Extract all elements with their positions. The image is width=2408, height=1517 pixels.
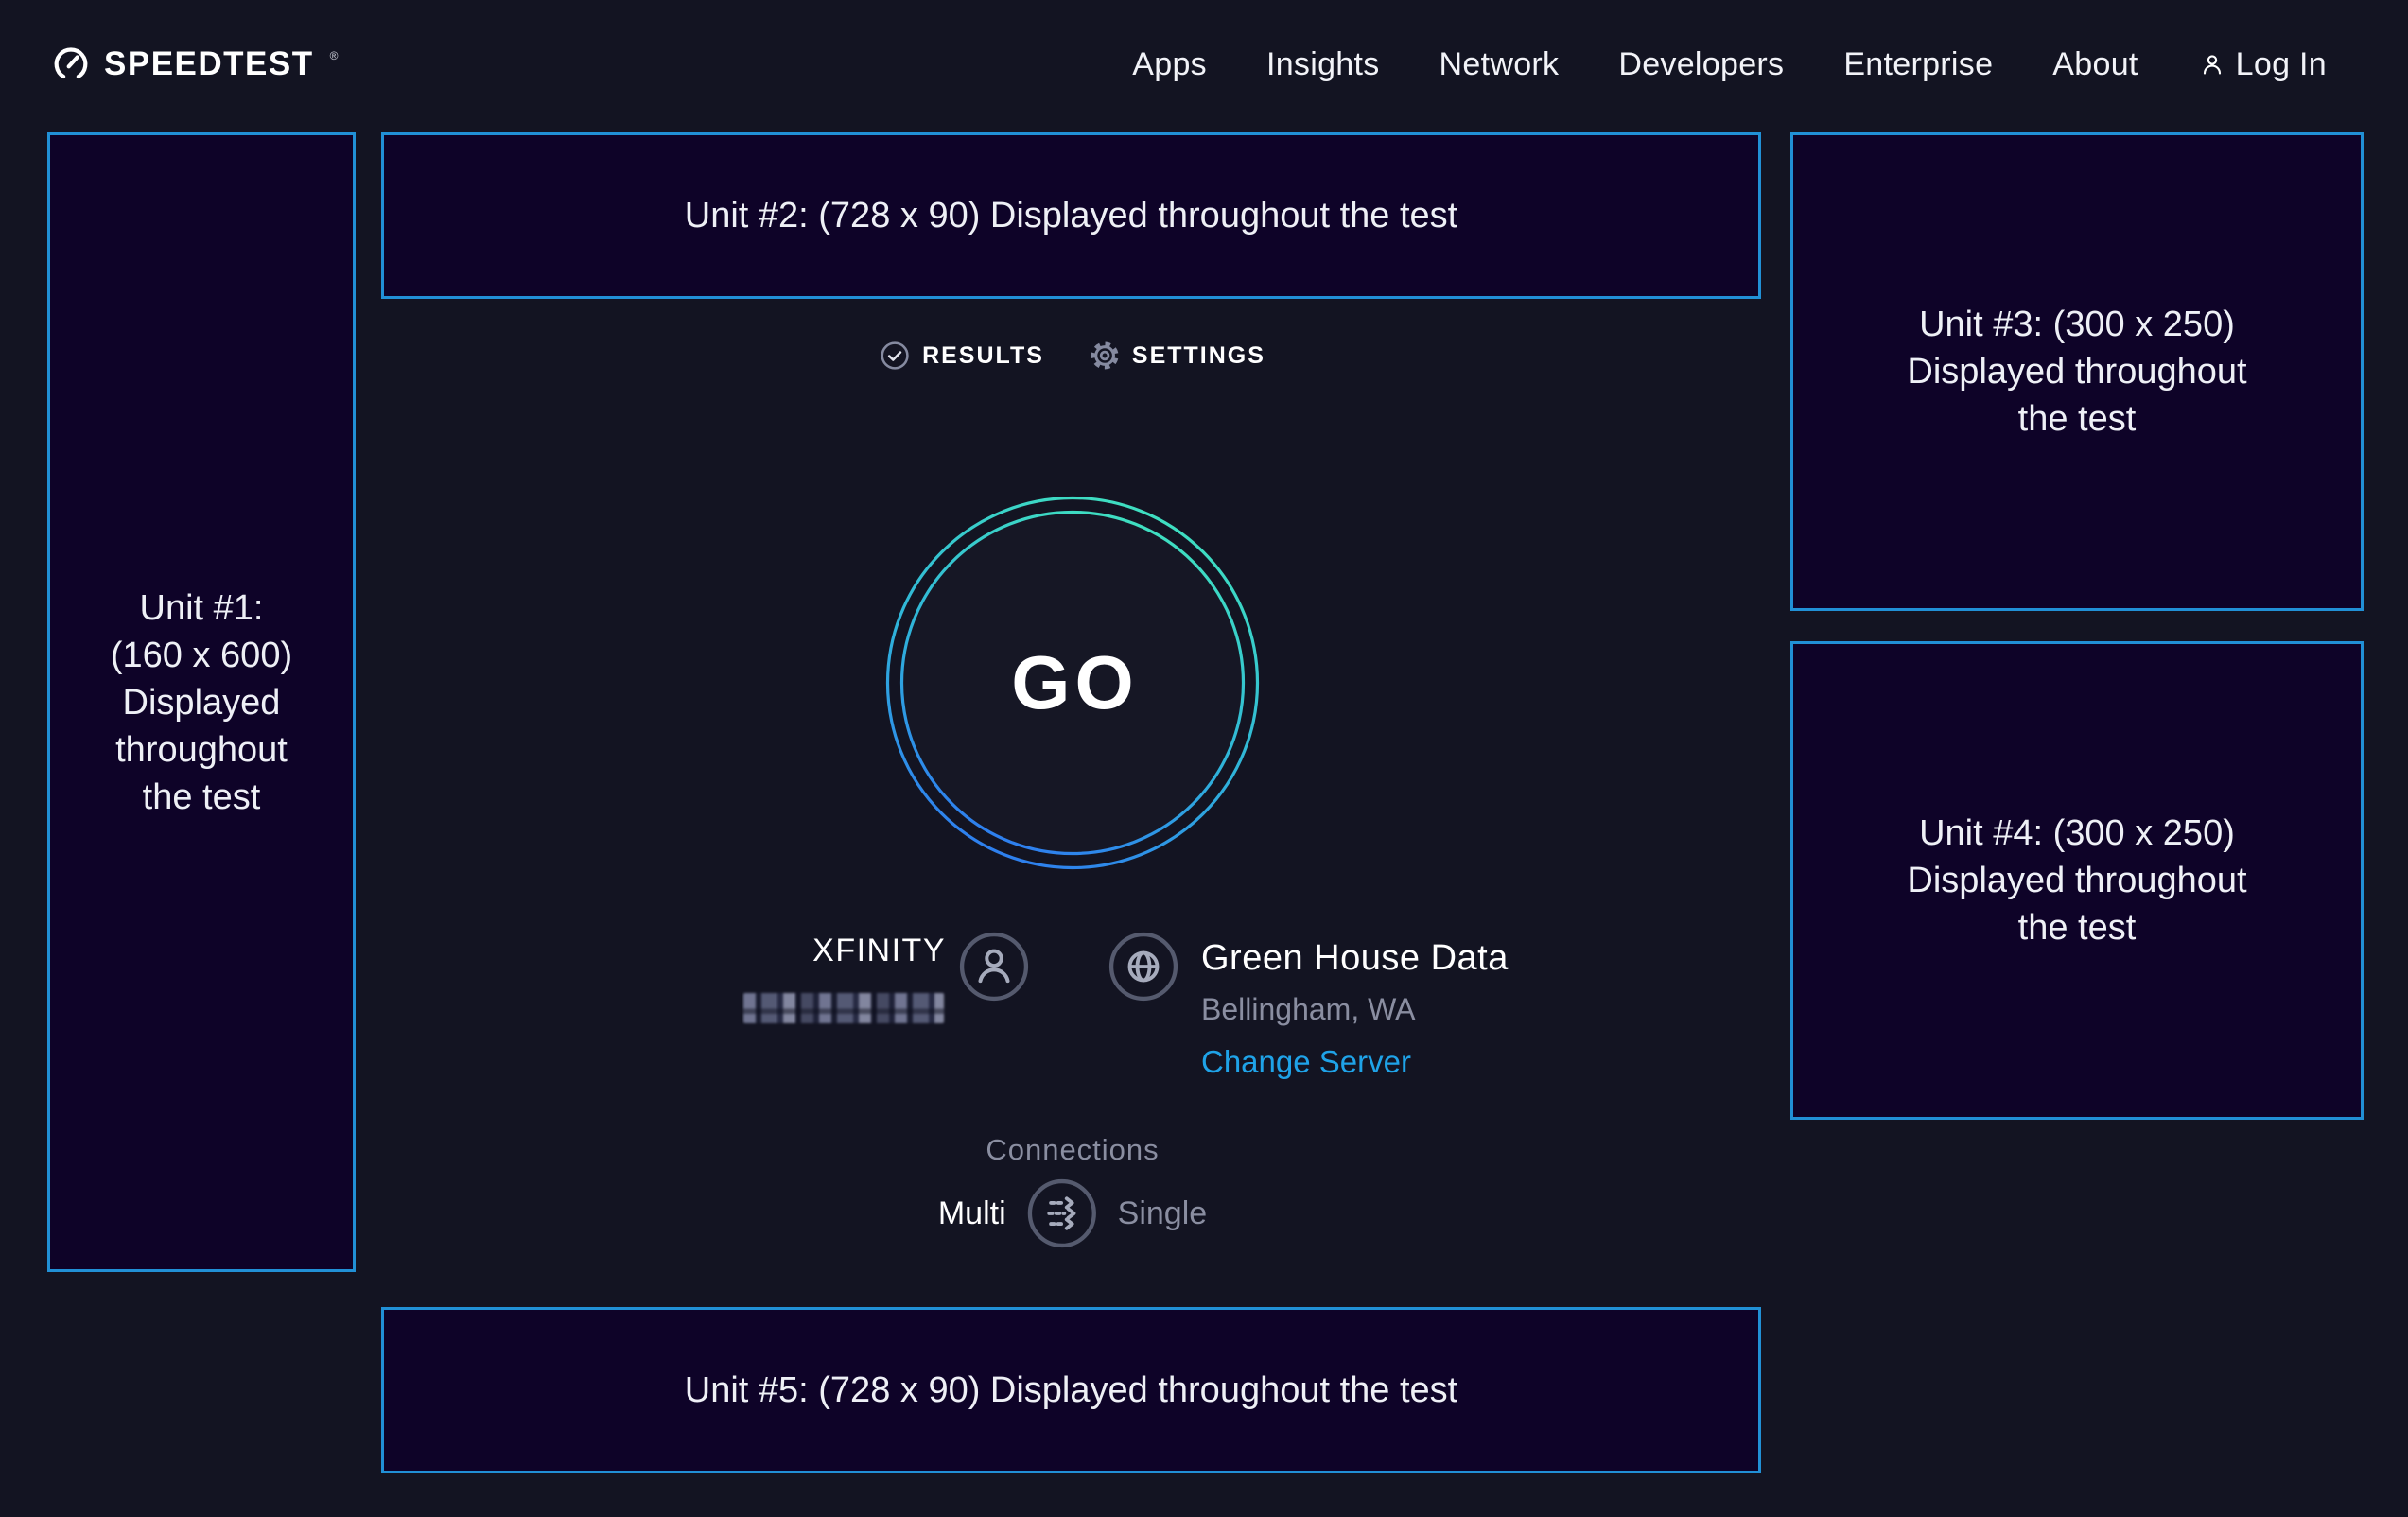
gear-icon: [1090, 340, 1120, 371]
tab-results[interactable]: RESULTS: [880, 340, 1044, 371]
connections-toggle-row: Multi Single: [938, 1178, 1207, 1248]
server-location: Bellingham, WA: [1201, 992, 1509, 1027]
isp-name: XFINITY: [662, 933, 946, 969]
settings-label: SETTINGS: [1132, 342, 1265, 370]
connections-multi-option[interactable]: Multi: [938, 1195, 1006, 1232]
ad-unit-5-text: Unit #5: (728 x 90) Displayed throughout…: [685, 1367, 1457, 1414]
speedtest-logo[interactable]: SPEEDTEST ®: [52, 45, 338, 83]
nav-item-apps[interactable]: Apps: [1132, 46, 1207, 83]
ad-unit-2[interactable]: Unit #2: (728 x 90) Displayed throughout…: [381, 132, 1761, 299]
connection-mode-toggle-icon[interactable]: [1027, 1178, 1097, 1248]
logo-text: SPEEDTEST: [104, 45, 314, 83]
ad-unit-4[interactable]: Unit #4: (300 x 250) Displayed throughou…: [1790, 641, 2364, 1120]
nav-item-network[interactable]: Network: [1440, 46, 1560, 83]
main-nav: Apps Insights Network Developers Enterpr…: [1132, 46, 2327, 83]
server-info: Green House Data Bellingham, WA Change S…: [1201, 938, 1509, 1080]
ad-unit-1-text: Unit #1: (160 x 600) Displayed throughou…: [111, 584, 292, 821]
server-globe-circle-icon: [1108, 932, 1178, 1002]
tabs-row: RESULTS SETTINGS: [880, 340, 1265, 371]
nav-item-about[interactable]: About: [2052, 46, 2138, 83]
ad-unit-1[interactable]: Unit #1: (160 x 600) Displayed throughou…: [47, 132, 356, 1272]
go-label: GO: [883, 494, 1262, 872]
go-button[interactable]: GO: [883, 494, 1262, 872]
logo-trademark: ®: [330, 49, 339, 62]
check-circle-icon: [880, 340, 910, 371]
nav-item-developers[interactable]: Developers: [1618, 46, 1784, 83]
server-name: Green House Data: [1201, 938, 1509, 979]
connections-label: Connections: [986, 1133, 1159, 1167]
speedometer-icon: [52, 45, 90, 83]
results-label: RESULTS: [922, 342, 1044, 370]
nav-item-enterprise[interactable]: Enterprise: [1843, 46, 1993, 83]
ad-unit-2-text: Unit #2: (728 x 90) Displayed throughout…: [685, 192, 1457, 239]
ad-unit-3-text: Unit #3: (300 x 250) Displayed throughou…: [1907, 301, 2246, 443]
login-label: Log In: [2236, 46, 2327, 83]
connections-single-option[interactable]: Single: [1118, 1195, 1208, 1232]
tab-settings[interactable]: SETTINGS: [1090, 340, 1265, 371]
ad-unit-5[interactable]: Unit #5: (728 x 90) Displayed throughout…: [381, 1307, 1761, 1473]
top-nav-bar: SPEEDTEST ® Apps Insights Network Develo…: [0, 0, 2408, 129]
person-icon: [2198, 50, 2226, 78]
change-server-link[interactable]: Change Server: [1201, 1044, 1411, 1080]
nav-item-insights[interactable]: Insights: [1266, 46, 1380, 83]
redacted-ip: [743, 993, 944, 1023]
speedtest-page: SPEEDTEST ® Apps Insights Network Develo…: [0, 0, 2408, 1517]
isp-person-circle-icon: [959, 932, 1029, 1002]
ad-unit-4-text: Unit #4: (300 x 250) Displayed throughou…: [1907, 810, 2246, 951]
login-button[interactable]: Log In: [2198, 46, 2327, 83]
ad-unit-3[interactable]: Unit #3: (300 x 250) Displayed throughou…: [1790, 132, 2364, 611]
